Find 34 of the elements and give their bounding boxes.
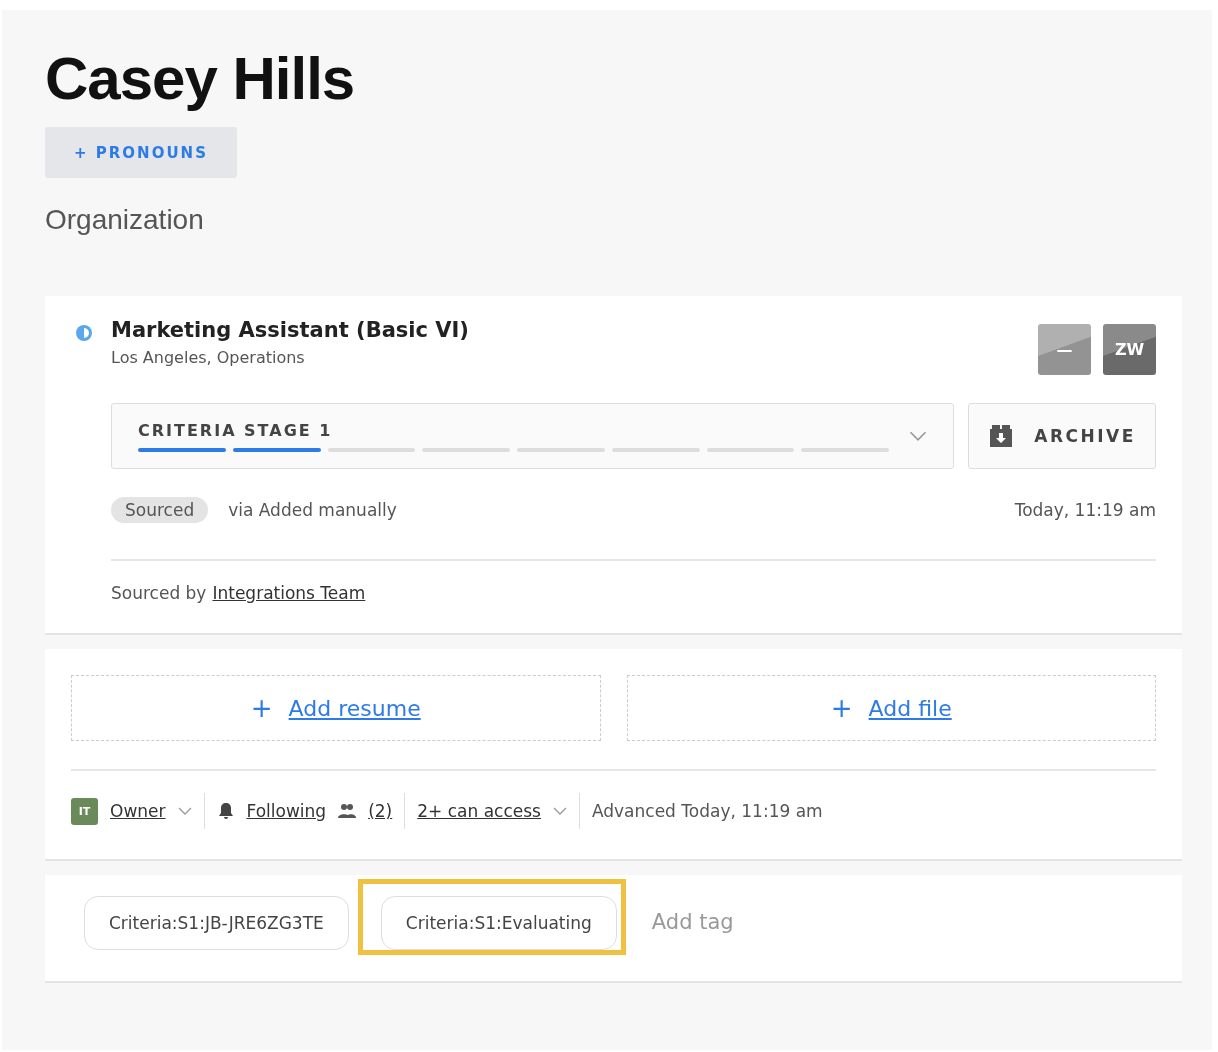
people-icon bbox=[338, 803, 357, 819]
upload-link[interactable]: Add resume bbox=[288, 695, 421, 721]
status-icon bbox=[75, 324, 93, 342]
job-location: Los Angeles, Operations bbox=[111, 348, 306, 367]
following-link[interactable]: Following bbox=[246, 801, 327, 821]
candidate-name: Casey Hills bbox=[45, 44, 356, 113]
upload-drop-zone[interactable]: + Add resume bbox=[71, 675, 601, 741]
stage-dropdown[interactable]: CRITERIA STAGE 1 bbox=[111, 403, 954, 469]
bell-icon bbox=[216, 802, 235, 820]
owner-link[interactable]: Owner bbox=[110, 801, 166, 821]
chevron-down-icon bbox=[552, 807, 567, 815]
chevron-down-icon bbox=[909, 431, 927, 441]
timestamp: Today, 11:19 am bbox=[1014, 500, 1156, 520]
sourced-by-label: Sourced by bbox=[111, 583, 207, 603]
source-via: via Added manually bbox=[228, 500, 398, 520]
chevron-down-icon bbox=[177, 807, 192, 815]
upload-drop-zone[interactable]: + Add file bbox=[626, 675, 1156, 741]
archive-box-icon bbox=[988, 424, 1015, 448]
plus-icon: + bbox=[830, 693, 853, 723]
add-tag-field[interactable]: Add tag bbox=[649, 909, 850, 935]
tag-chip[interactable]: Criteria:S1:JB-JRE6ZG3TE bbox=[84, 896, 349, 950]
source-badge: Sourced bbox=[111, 497, 209, 523]
reviewer-avatar[interactable]: ZW bbox=[1103, 324, 1156, 375]
tag-chip[interactable]: Criteria:S1:Evaluating bbox=[380, 896, 617, 950]
plus-icon: + bbox=[250, 693, 273, 723]
owner-avatar: IT bbox=[71, 797, 98, 825]
followers-link[interactable]: (2) bbox=[368, 801, 393, 821]
sourced-by-link[interactable]: Integrations Team bbox=[212, 583, 366, 603]
upload-link[interactable]: Add file bbox=[868, 695, 952, 721]
organization-label: Organization bbox=[45, 204, 205, 236]
archive-button[interactable]: ARCHIVE bbox=[968, 403, 1156, 469]
access-link[interactable]: 2+ can access bbox=[417, 801, 541, 821]
advanced-timestamp: Advanced Today, 11:19 am bbox=[591, 801, 823, 821]
job-title: Marketing Assistant (Basic VI) bbox=[111, 318, 470, 342]
